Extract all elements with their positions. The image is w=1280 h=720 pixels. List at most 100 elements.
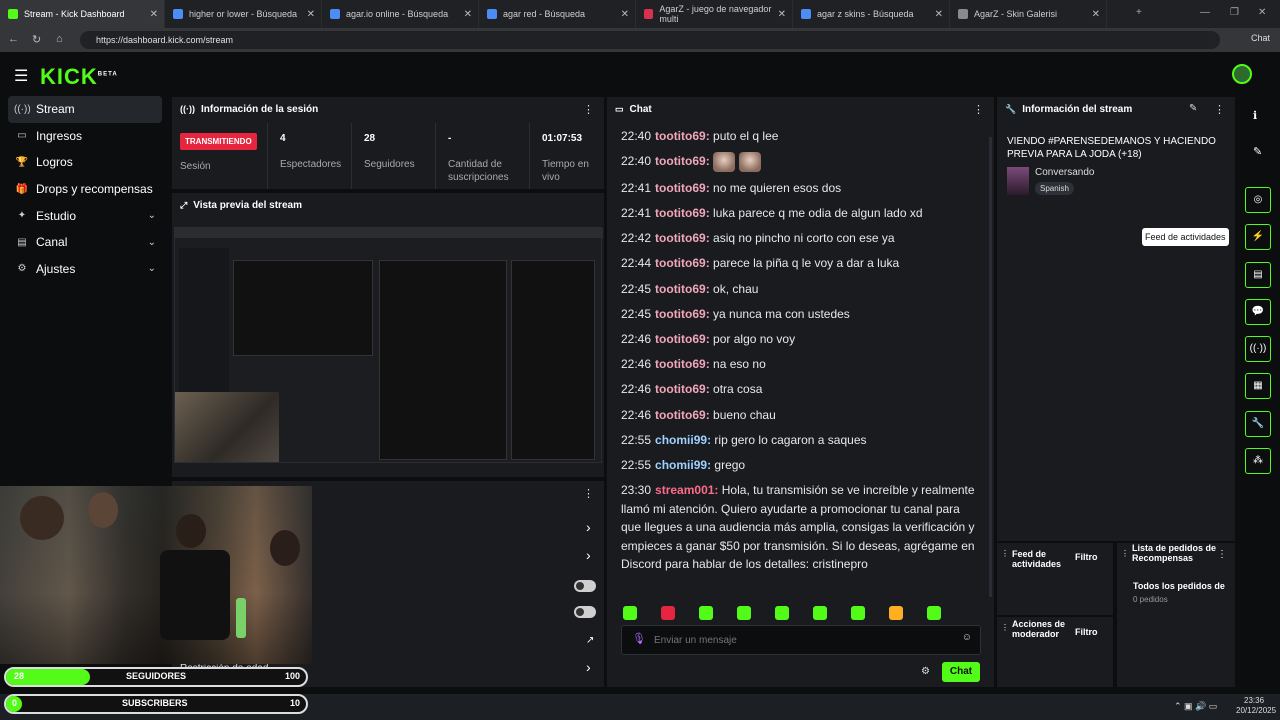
menu-dots-icon[interactable]: ⋮: [1121, 549, 1129, 558]
message-username[interactable]: tootito69: [655, 129, 706, 143]
emote-icon[interactable]: [775, 606, 789, 620]
browser-tab[interactable]: higher or lower - Búsqueda ✕: [165, 0, 322, 28]
message-username[interactable]: tootito69: [655, 408, 706, 422]
pencil-icon[interactable]: ✎: [1253, 145, 1262, 158]
chat-input-box[interactable]: 🎙 ☺: [621, 625, 981, 655]
close-tab-icon[interactable]: ✕: [778, 9, 786, 20]
layout-icon[interactable]: ▦: [1245, 373, 1271, 399]
rewards-more-icon[interactable]: ⋮: [1217, 549, 1227, 560]
chat-message[interactable]: 22:41 tootito69: luka parece q me odia de…: [621, 204, 981, 223]
chat-bubble-icon[interactable]: 💬: [1245, 299, 1271, 325]
emote-icon[interactable]: [851, 606, 865, 620]
more-icon[interactable]: ⋮: [583, 103, 594, 116]
message-username[interactable]: tootito69: [655, 332, 706, 346]
chevron-down-icon[interactable]: ⌄: [148, 263, 156, 274]
chat-message[interactable]: 22:46 tootito69: por algo no voy: [621, 330, 981, 349]
close-tab-icon[interactable]: ✕: [464, 9, 472, 20]
send-chat-button[interactable]: Chat: [942, 662, 980, 682]
chevron-down-icon[interactable]: ⌄: [148, 210, 156, 221]
document-icon[interactable]: ▤: [1245, 262, 1271, 288]
close-window-icon[interactable]: ✕: [1258, 7, 1266, 18]
chat-message[interactable]: 22:46 tootito69: bueno chau: [621, 406, 981, 425]
emote-icon[interactable]: [699, 606, 713, 620]
new-tab-icon[interactable]: +: [1136, 7, 1142, 18]
expand-icon[interactable]: ⤢: [180, 200, 187, 211]
message-username[interactable]: tootito69: [655, 307, 706, 321]
chat-message[interactable]: 22:46 tootito69: otra cosa: [621, 380, 981, 399]
target-icon[interactable]: ◎: [1245, 187, 1271, 213]
message-username[interactable]: tootito69: [655, 181, 706, 195]
chat-message[interactable]: 22:44 tootito69: parece la piña q le voy …: [621, 254, 981, 273]
chat-input[interactable]: [654, 632, 944, 648]
message-username[interactable]: stream001: [655, 483, 714, 497]
sidebar-item-logros[interactable]: 🏆 Logros: [0, 149, 170, 176]
emote-icon[interactable]: [623, 606, 637, 620]
chat-scrollbar[interactable]: [989, 137, 992, 597]
chat-more-icon[interactable]: ⋮: [973, 103, 984, 116]
avatar[interactable]: [1232, 64, 1252, 84]
chat-message[interactable]: 22:41 tootito69: no me quieren esos dos: [621, 179, 981, 198]
stream-preview-video[interactable]: [174, 227, 603, 463]
sidebar-item-estudio[interactable]: ✦ Estudio ⌄: [0, 202, 170, 229]
back-icon[interactable]: ←: [8, 33, 19, 45]
message-username[interactable]: chomii99: [655, 458, 707, 472]
more-icon-lower[interactable]: ⋮: [583, 487, 594, 500]
close-tab-icon[interactable]: ✕: [307, 9, 315, 20]
browser-tab[interactable]: agar z skins - Búsqueda ✕: [793, 0, 950, 28]
sidebar-item-canal[interactable]: ▤ Canal ⌄: [0, 229, 170, 256]
chevron-right-icon[interactable]: ›: [586, 547, 591, 563]
toggle-switch[interactable]: [574, 580, 596, 592]
info-icon[interactable]: ℹ: [1253, 109, 1257, 122]
chat-message[interactable]: 23:30 stream001: Hola, tu transmisión se …: [621, 481, 981, 574]
chat-message-list[interactable]: 22:40 tootito69: puto el q lee 22:40 tootit…: [621, 127, 981, 595]
chat-message[interactable]: 22:55 chomii99: grego: [621, 456, 981, 475]
share-icon[interactable]: ⁂: [1245, 448, 1271, 474]
chevron-down-icon[interactable]: ⌄: [148, 237, 156, 248]
browser-tab[interactable]: agar red - Búsqueda ✕: [479, 0, 636, 28]
message-username[interactable]: tootito69: [655, 206, 706, 220]
microphone-icon[interactable]: 🎙: [632, 632, 646, 645]
message-username[interactable]: tootito69: [655, 154, 706, 168]
external-link-icon[interactable]: ↗: [586, 635, 594, 646]
minimize-icon[interactable]: —: [1200, 7, 1210, 18]
chat-message[interactable]: 22:55 chomii99: rip gero lo cagaron a saq…: [621, 431, 981, 450]
sidebar-item-ajustes[interactable]: ⚙ Ajustes ⌄: [0, 256, 170, 283]
edit-icon[interactable]: ✎: [1189, 103, 1197, 114]
chat-message[interactable]: 22:45 tootito69: ya nunca ma con ustedes: [621, 305, 981, 324]
emote-icon[interactable]: [889, 606, 903, 620]
reload-icon[interactable]: ↻: [32, 33, 41, 46]
message-username[interactable]: tootito69: [655, 357, 706, 371]
tools-icon[interactable]: 🔧: [1245, 411, 1271, 437]
menu-icon[interactable]: ☰: [14, 66, 28, 86]
close-tab-icon[interactable]: ✕: [1092, 9, 1100, 20]
mod-filter-button[interactable]: Filtro: [1075, 627, 1098, 637]
close-tab-icon[interactable]: ✕: [935, 9, 943, 20]
message-username[interactable]: tootito69: [655, 282, 706, 296]
browser-tab[interactable]: agar.io online - Búsqueda ✕: [322, 0, 479, 28]
browser-tab[interactable]: AgarZ - Skin Galerisi ✕: [950, 0, 1107, 28]
copilot-chat-button[interactable]: Chat: [1251, 33, 1270, 43]
browser-tab[interactable]: Stream - Kick Dashboard ✕: [0, 0, 165, 28]
sidebar-item-drops-y-recompensas[interactable]: 🎁 Drops y recompensas: [0, 176, 170, 203]
sidebar-item-stream[interactable]: ((·)) Stream: [8, 96, 162, 123]
close-tab-icon[interactable]: ✕: [150, 9, 158, 20]
emote-icon[interactable]: [737, 606, 751, 620]
close-tab-icon[interactable]: ✕: [621, 9, 629, 20]
maximize-icon[interactable]: ❐: [1230, 7, 1239, 18]
message-username[interactable]: tootito69: [655, 231, 706, 245]
home-icon[interactable]: ⌂: [56, 33, 63, 45]
emote-icon[interactable]: [927, 606, 941, 620]
menu-dots-icon[interactable]: ⋮: [1001, 623, 1009, 632]
stream-info-more-icon[interactable]: ⋮: [1214, 103, 1225, 116]
emoji-picker-icon[interactable]: ☺: [962, 632, 972, 643]
chat-message[interactable]: 22:46 tootito69: na eso no: [621, 355, 981, 374]
chat-message[interactable]: 22:40 tootito69:: [621, 152, 981, 173]
chat-message[interactable]: 22:45 tootito69: ok, chau: [621, 280, 981, 299]
message-username[interactable]: tootito69: [655, 256, 706, 270]
menu-dots-icon[interactable]: ⋮: [1001, 549, 1009, 558]
emote-icon[interactable]: [813, 606, 827, 620]
message-username[interactable]: tootito69: [655, 382, 706, 396]
chat-settings-icon[interactable]: ⚙: [921, 666, 930, 677]
message-username[interactable]: chomii99: [655, 433, 707, 447]
sidebar-item-ingresos[interactable]: ▭ Ingresos: [0, 123, 170, 150]
